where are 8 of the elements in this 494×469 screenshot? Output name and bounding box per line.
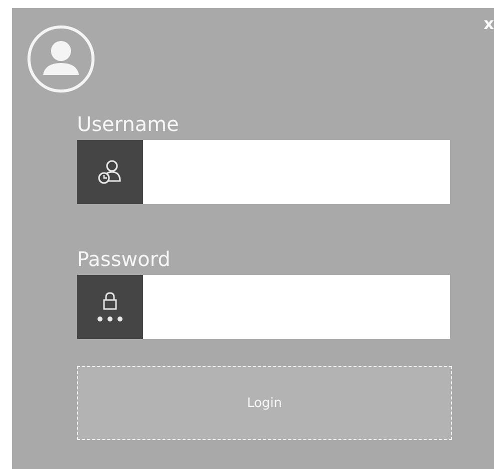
close-button[interactable]: x [484,16,494,32]
lock-icon [95,290,125,324]
password-field[interactable] [143,275,450,339]
field-label: Username [77,113,179,135]
avatar-icon [27,25,95,93]
username-field[interactable] [143,140,450,204]
login-button[interactable]: Login [77,366,452,440]
field-label: Password [77,248,170,270]
